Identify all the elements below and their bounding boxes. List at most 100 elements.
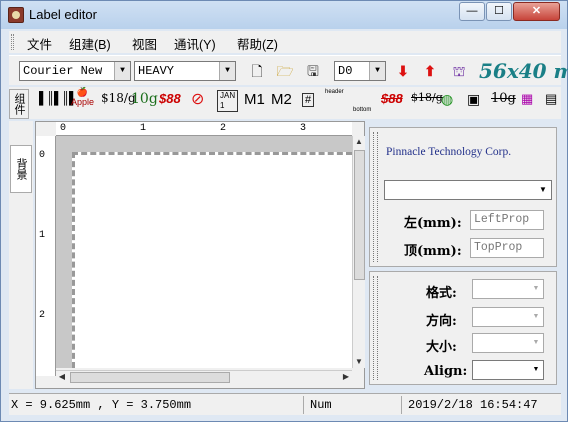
horizontal-ruler: 0 1 2 3 — [56, 122, 352, 136]
panel-grip-icon — [373, 132, 378, 262]
apple-text: Apple — [71, 97, 95, 107]
top-input[interactable]: TopProp — [470, 238, 544, 258]
menu-view[interactable]: 视图 — [132, 34, 157, 53]
status-datetime: 2019/2/18 16:54:47 — [401, 396, 561, 414]
arrow-up-icon[interactable]: ⬆ — [420, 61, 440, 81]
format-select[interactable]: ▼ — [472, 279, 544, 299]
scroll-thumb[interactable] — [70, 372, 230, 383]
app-logo-icon — [8, 7, 24, 23]
design-canvas: 0 1 2 3 0 1 2 ▲ ▼ ◀ ▶ — [35, 121, 365, 389]
label-size-display: 56x40 m — [479, 59, 568, 83]
scroll-thumb[interactable] — [354, 150, 365, 280]
jan-date-tool[interactable]: JAN 1 — [217, 90, 239, 112]
text-format-panel: 格式: ▼ 方向: ▼ 大小: ▼ Align: ▼ — [369, 271, 557, 385]
align-label: Align: — [424, 364, 468, 379]
direction-select-value: D0 — [338, 64, 353, 78]
menu-file[interactable]: 文件 — [27, 34, 52, 53]
tab-background[interactable]: 背景 — [10, 145, 32, 193]
ruler-mark: 1 — [140, 123, 147, 134]
menu-build[interactable]: 组建(B) — [69, 34, 111, 53]
app-window: Label editor — ☐ ✕ 文件 组建(B) 视图 通讯(Y) 帮助(… — [0, 0, 568, 422]
picture-icon[interactable]: ▣ — [467, 91, 480, 108]
weight-select[interactable]: HEAVY ▼ — [134, 61, 236, 81]
ruler-mark: 3 — [300, 123, 307, 134]
price-strike-tool[interactable]: $18/g — [411, 91, 443, 104]
label-workspace[interactable] — [56, 136, 352, 368]
save-icon[interactable]: 🖫 — [303, 61, 323, 81]
jan-text: JAN — [220, 91, 236, 100]
scroll-left-icon[interactable]: ◀ — [56, 371, 68, 383]
vertical-scrollbar[interactable]: ▲ ▼ — [352, 136, 365, 368]
direction-select[interactable]: D0 ▼ — [334, 61, 386, 81]
component-toolbar: ▌║▌║▌ 🍎 Apple $18/g 10g $88 ⊘ JAN 1 M1 M2 … — [9, 87, 561, 119]
scroll-up-icon[interactable]: ▲ — [353, 136, 365, 148]
align-select[interactable]: ▼ — [472, 360, 544, 380]
dollar-strike-tool[interactable]: $88 — [381, 91, 403, 106]
ruler-mark: 0 — [39, 150, 46, 161]
company-name: Pinnacle Technology Corp. — [386, 146, 512, 158]
close-button[interactable]: ✕ — [513, 2, 560, 21]
chevron-down-icon: ▼ — [369, 62, 385, 80]
open-folder-icon[interactable]: 🗁 — [275, 61, 295, 81]
apple-image-icon[interactable]: 🍎 Apple — [71, 87, 94, 107]
new-file-icon[interactable]: 🗋 — [247, 61, 267, 81]
chevron-down-icon: ▼ — [532, 285, 540, 292]
weight-select-value: HEAVY — [138, 64, 175, 78]
size-label: 大小: — [426, 340, 457, 355]
bottom-tool[interactable]: bottom — [353, 107, 371, 113]
ruler-mark: 2 — [220, 123, 227, 134]
chevron-down-icon: ▼ — [532, 313, 540, 320]
print-icon[interactable]: ⛫ — [449, 61, 469, 81]
menu-communication[interactable]: 通讯(Y) — [174, 34, 216, 53]
scroll-right-icon[interactable]: ▶ — [340, 371, 352, 383]
header-tool[interactable]: header — [325, 89, 344, 95]
direction-label: 方向: — [426, 314, 457, 329]
chevron-down-icon: ▼ — [532, 366, 540, 373]
weight-strike-tool[interactable]: 10g — [491, 91, 516, 106]
menubar-grip-icon — [11, 34, 14, 50]
direction-select[interactable]: ▼ — [472, 307, 544, 327]
format-label: 格式: — [426, 286, 457, 301]
chevron-down-icon: ▼ — [539, 185, 547, 194]
chevron-down-icon: ▼ — [219, 62, 235, 80]
m2-tool[interactable]: M2 — [271, 91, 292, 108]
m1-tool[interactable]: M1 — [244, 91, 265, 108]
calendar-icon[interactable]: ▦ — [521, 91, 533, 107]
scroll-down-icon[interactable]: ▼ — [353, 356, 365, 368]
window-title: Label editor — [29, 7, 97, 22]
weight-text-tool[interactable]: 10g — [131, 91, 158, 107]
dollar-text-tool[interactable]: $88 — [159, 91, 181, 106]
left-label: 左(mm): — [404, 216, 462, 231]
ruler-mark: 2 — [39, 310, 46, 321]
numlock-indicator: Num — [303, 396, 399, 414]
chevron-down-icon: ▼ — [532, 339, 540, 346]
globe-icon[interactable]: ◍ — [441, 91, 453, 108]
size-select[interactable]: ▼ — [472, 333, 544, 353]
font-select[interactable]: Courier New ▼ — [19, 61, 131, 81]
title-bar: Label editor — ☐ ✕ — [1, 1, 567, 29]
horizontal-scrollbar[interactable]: ◀ ▶ — [56, 370, 352, 384]
chevron-down-icon: ▼ — [114, 62, 130, 80]
maximize-button[interactable]: ☐ — [486, 2, 512, 21]
menu-bar: 文件 组建(B) 视图 通讯(Y) 帮助(Z) — [9, 31, 561, 53]
top-label: 顶(mm): — [404, 244, 462, 259]
table-icon[interactable]: ▤ — [545, 91, 557, 107]
panel-grip-icon — [373, 276, 378, 380]
left-input[interactable]: LeftProp — [470, 210, 544, 230]
vertical-ruler: 0 1 2 — [36, 136, 56, 376]
status-bar: X = 9.625mm , Y = 3.750mm Num 2019/2/18 … — [9, 393, 561, 415]
position-panel: Pinnacle Technology Corp. ▼ 左(mm): LeftP… — [369, 127, 557, 267]
minimize-button[interactable]: — — [459, 2, 485, 21]
arrow-down-icon[interactable]: ⬇ — [393, 61, 413, 81]
font-select-value: Courier New — [23, 64, 103, 78]
cursor-coordinates: X = 9.625mm , Y = 3.750mm — [11, 398, 192, 412]
object-select[interactable]: ▼ — [384, 180, 552, 200]
ruler-mark: 0 — [60, 123, 67, 134]
menu-help[interactable]: 帮助(Z) — [237, 34, 278, 53]
font-toolbar: Courier New ▼ HEAVY ▼ 🗋 🗁 🖫 D0 ▼ ⬇ ⬆ ⛫ 5… — [9, 55, 568, 85]
tab-components[interactable]: 组件 — [9, 89, 29, 119]
no-sign-icon[interactable]: ⊘ — [191, 89, 204, 109]
label-paper[interactable] — [72, 152, 352, 368]
number-tool[interactable]: # — [302, 93, 315, 107]
ruler-mark: 1 — [39, 230, 46, 241]
